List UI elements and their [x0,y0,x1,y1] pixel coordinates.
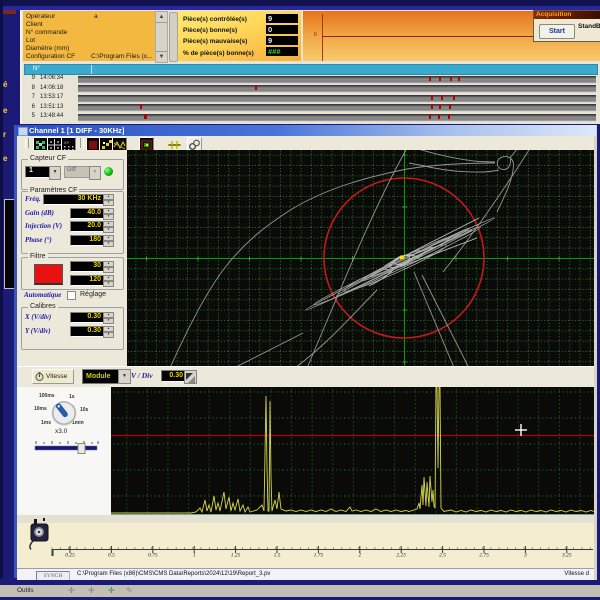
svg-text:3: 3 [523,553,527,559]
svg-text:0.25: 0.25 [65,553,75,559]
svg-text:2.75: 2.75 [479,553,489,559]
svg-text:3.25: 3.25 [561,553,572,559]
svg-text:2: 2 [358,553,361,559]
svg-text:1.25: 1.25 [231,553,241,559]
svg-text:0.5: 0.5 [108,553,115,559]
svg-text:XY: XY [64,140,70,145]
svg-text:1: 1 [193,553,196,559]
svg-text:2.25: 2.25 [396,553,406,559]
svg-text:1.75: 1.75 [314,553,324,559]
svg-text:1.5: 1.5 [274,553,281,559]
svg-text:0.75: 0.75 [148,553,158,559]
svg-text:2.5: 2.5 [439,553,446,559]
